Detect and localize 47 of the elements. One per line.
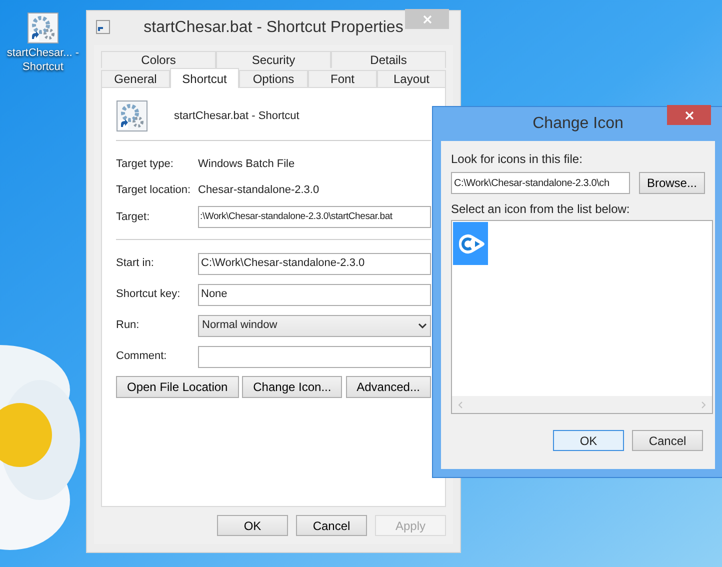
field-value: Windows Batch File bbox=[198, 156, 295, 172]
file-path-field[interactable]: C:\Work\Chesar-standalone-2.3.0\ch bbox=[451, 172, 630, 194]
tab[interactable]: Security bbox=[216, 51, 331, 68]
chevron-left-icon bbox=[458, 400, 463, 408]
tab[interactable]: Shortcut bbox=[170, 68, 239, 88]
dialog-button[interactable]: OK bbox=[553, 430, 624, 451]
tab[interactable]: Layout bbox=[377, 70, 446, 87]
dialog-button[interactable]: OK bbox=[217, 515, 288, 536]
text-field[interactable] bbox=[198, 346, 431, 368]
action-button[interactable]: Change Icon... bbox=[242, 376, 342, 398]
tab[interactable]: General bbox=[101, 70, 170, 87]
tab[interactable]: Details bbox=[331, 51, 446, 68]
tab[interactable]: Colors bbox=[101, 51, 216, 68]
browse-button[interactable]: Browse... bbox=[638, 172, 705, 194]
shortcut-icon bbox=[116, 100, 148, 132]
close-icon bbox=[422, 14, 432, 24]
icon-item[interactable] bbox=[453, 222, 488, 265]
field-value: Chesar-standalone-2.3.0 bbox=[198, 182, 320, 198]
horizontal-scrollbar[interactable] bbox=[452, 396, 712, 413]
window-icon bbox=[96, 20, 110, 34]
close-icon bbox=[684, 110, 694, 120]
field-label: Select an icon from the list below: bbox=[451, 201, 631, 218]
field-label: Start in: bbox=[116, 256, 155, 272]
tab[interactable]: Options bbox=[239, 70, 308, 87]
action-button[interactable]: Open File Location bbox=[116, 376, 239, 398]
close-button[interactable] bbox=[667, 105, 711, 125]
shortcut-name: startChesar.bat - Shortcut bbox=[174, 108, 300, 124]
field-label: Target type: bbox=[116, 156, 174, 172]
shortcut-icon bbox=[27, 12, 59, 44]
text-field[interactable]: None bbox=[198, 284, 431, 306]
target-field[interactable]: :\Work\Chesar-standalone-2.3.0\startChesar.bat bbox=[198, 206, 431, 228]
window-title: startChesar.bat - Shortcut Properties bbox=[144, 18, 404, 38]
field-label: Shortcut key: bbox=[116, 287, 182, 302]
dialog-button[interactable]: Cancel bbox=[632, 430, 703, 451]
field-label: Comment: bbox=[116, 349, 168, 364]
chevron-down-icon bbox=[418, 322, 427, 328]
window-title: Change Icon bbox=[532, 114, 624, 134]
chevron-right-icon bbox=[701, 400, 706, 408]
tab[interactable]: Font bbox=[308, 70, 377, 87]
dialog-button[interactable]: Cancel bbox=[296, 515, 367, 536]
field-label: Look for icons in this file: bbox=[451, 151, 584, 168]
field-label: Target location: bbox=[116, 182, 192, 198]
field-label: Run: bbox=[116, 318, 140, 334]
field-label: Target: bbox=[116, 210, 151, 225]
run-dropdown[interactable]: Normal window bbox=[198, 314, 431, 336]
action-button[interactable]: Advanced... bbox=[346, 376, 431, 398]
text-field[interactable]: C:\Work\Chesar-standalone-2.3.0 bbox=[198, 252, 431, 274]
